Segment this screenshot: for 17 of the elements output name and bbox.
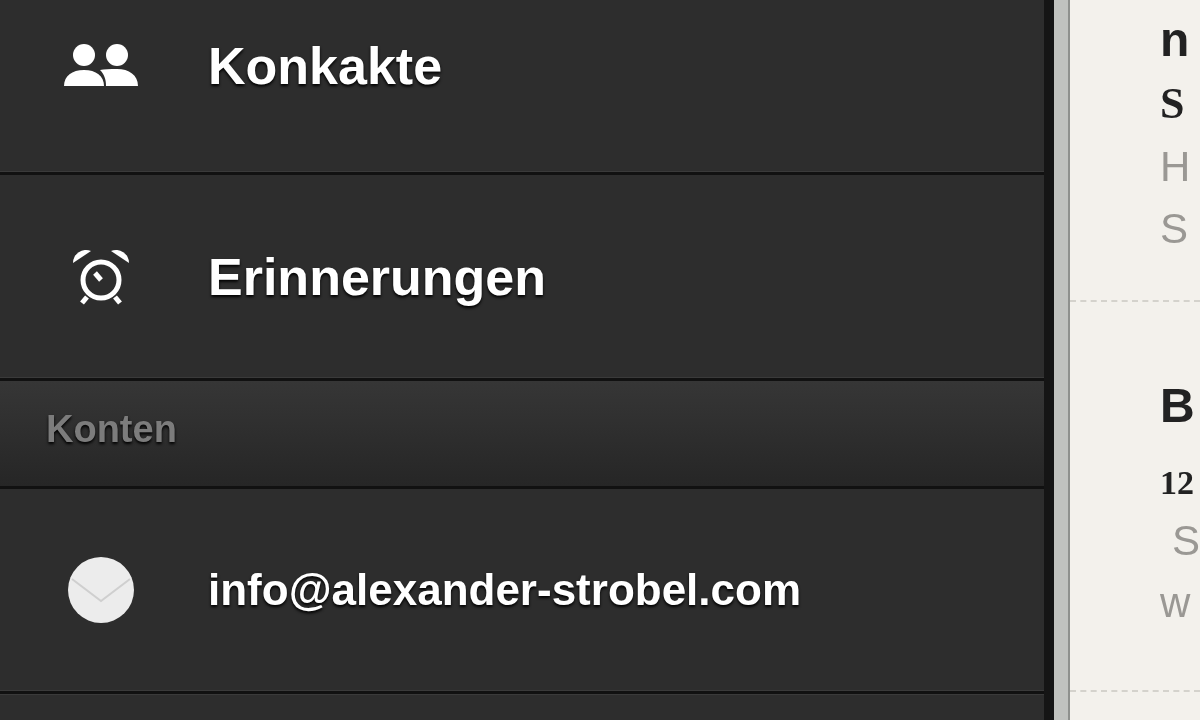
- envelope-icon: [68, 557, 134, 623]
- message-title: n: [1160, 16, 1191, 64]
- menu-label: Erinnerungen: [208, 246, 547, 307]
- menu-label: Konkakte: [208, 36, 443, 96]
- message-item[interactable]: n S H S: [1070, 0, 1200, 302]
- message-preview: S: [1160, 208, 1189, 250]
- message-date: 12: [1160, 466, 1195, 500]
- menu-item[interactable]: Konkakte: [0, 0, 1045, 175]
- message-sender: S: [1160, 82, 1186, 126]
- message-item[interactable]: B 12 S w: [1070, 302, 1200, 692]
- section-title: Konten: [46, 408, 177, 451]
- message-title: B: [1160, 382, 1196, 430]
- message-preview: S: [1171, 520, 1200, 562]
- message-preview: w: [1160, 582, 1192, 624]
- message-preview: H: [1160, 146, 1192, 188]
- account-label: info@alexander-strobel.com: [208, 565, 802, 615]
- menu-item[interactable]: info@alexander-strobel.com: [0, 489, 1045, 694]
